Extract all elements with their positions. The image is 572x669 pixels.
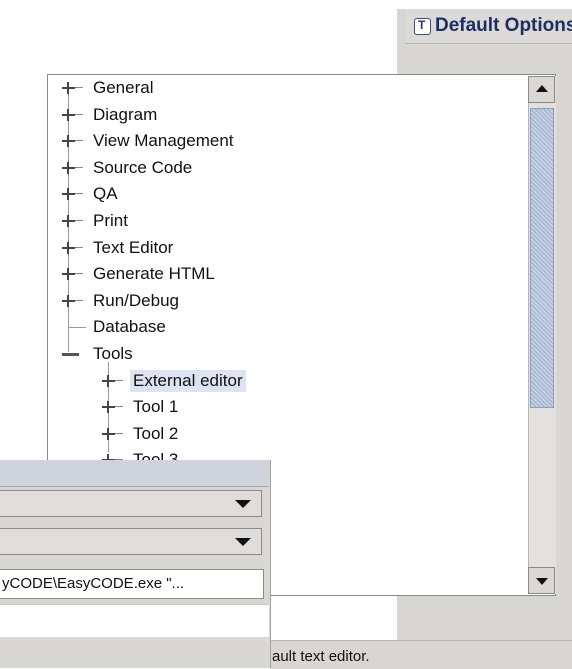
tree-item-label: Tool 1 [133, 397, 179, 416]
tree-item-label: Tools [93, 344, 133, 363]
arguments-field[interactable] [0, 604, 269, 638]
tree-item-label: Tool 2 [133, 424, 179, 443]
tree-item-label: Print [93, 211, 128, 230]
plus-expander-icon[interactable] [62, 268, 83, 281]
window-title: Default Options [435, 15, 572, 36]
plus-expander-icon[interactable] [102, 375, 123, 388]
plus-expander-icon[interactable] [62, 242, 83, 255]
plus-expander-icon[interactable] [62, 109, 83, 122]
tree-item-label: Run/Debug [93, 291, 180, 310]
plus-expander-icon[interactable] [62, 215, 83, 228]
scroll-down-button[interactable] [528, 567, 555, 594]
tree-item-label: Database [93, 317, 166, 336]
tree-item-label: View Management [93, 131, 234, 150]
plus-expander-icon[interactable] [62, 162, 83, 175]
plus-expander-icon[interactable] [102, 401, 123, 414]
tree-item-label: QA [93, 184, 118, 203]
tree-item-label: General [93, 78, 154, 97]
command-path-field[interactable]: yCODE\EasyCODE.exe "... [0, 569, 264, 599]
dialog-bottom-strip [397, 596, 572, 626]
plus-expander-icon[interactable] [102, 428, 123, 441]
plus-expander-icon[interactable] [62, 295, 83, 308]
chevron-down-icon [235, 538, 251, 546]
plus-expander-icon[interactable] [62, 82, 83, 95]
tree-item-label: Text Editor [93, 238, 174, 257]
arrow-up-icon [536, 85, 548, 92]
plus-expander-icon[interactable] [62, 188, 83, 201]
properties-combo-1[interactable] [0, 490, 262, 517]
tree-item-label: Generate HTML [93, 264, 215, 283]
minus-expander-icon[interactable] [62, 348, 79, 361]
scroll-thumb[interactable] [530, 108, 554, 408]
chevron-down-icon [235, 500, 251, 508]
plus-expander-icon[interactable] [62, 135, 83, 148]
properties-combo-2[interactable] [0, 528, 262, 555]
tree-connector-line [68, 327, 86, 328]
app-logo-icon: T [414, 18, 431, 35]
scroll-up-button[interactable] [528, 76, 555, 103]
status-text: ault text editor. [272, 648, 370, 665]
tree-item-label: Source Code [93, 158, 193, 177]
properties-bottom [0, 637, 269, 668]
properties-header [0, 460, 269, 487]
arrow-down-icon [536, 578, 548, 585]
tree-item-label: Diagram [93, 105, 158, 124]
tree-item-label: External editor [130, 370, 246, 392]
